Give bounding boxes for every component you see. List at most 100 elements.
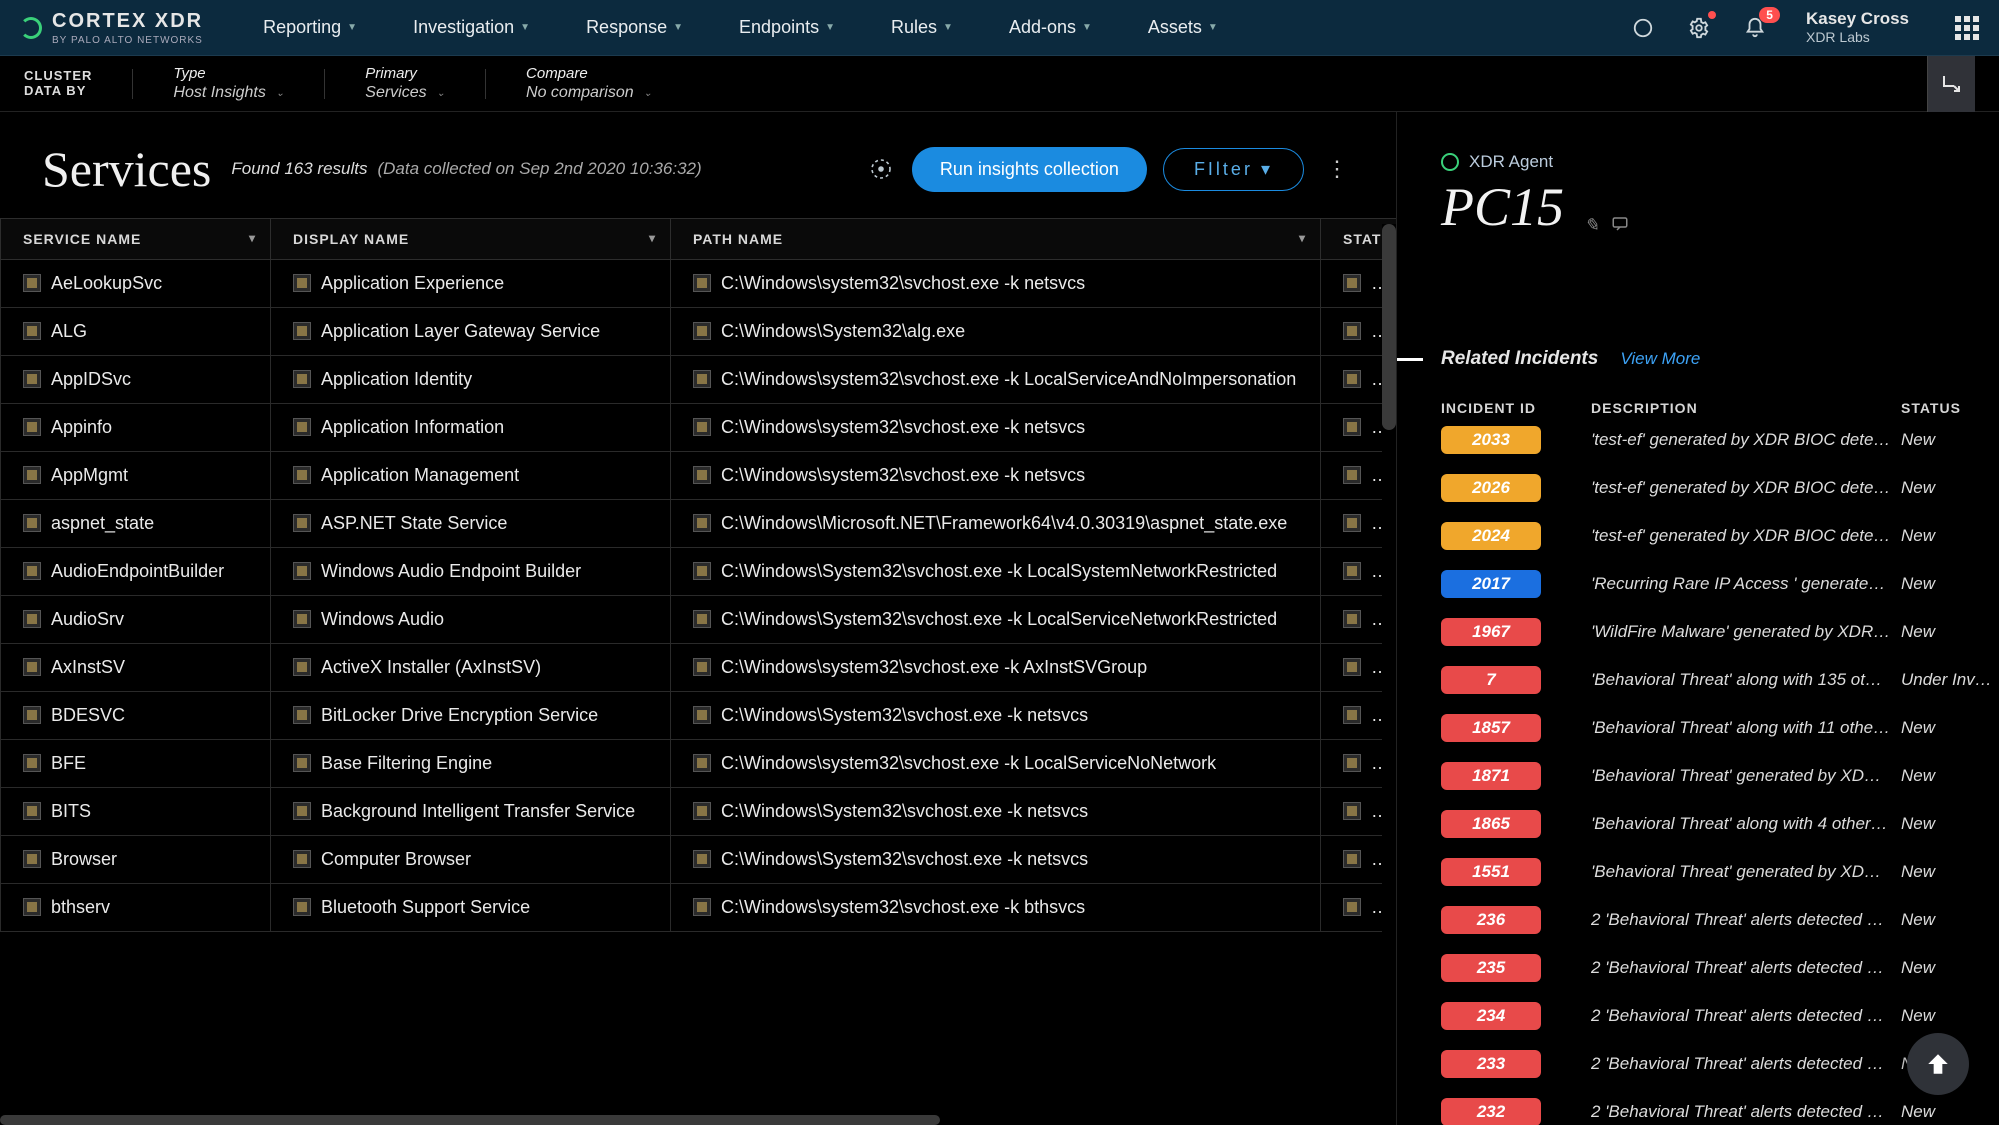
incident-row[interactable]: 2342 'Behavioral Threat' alerts detected… [1441,1002,1969,1030]
row-icon [1343,754,1361,772]
row-icon [293,562,311,580]
incident-description: 'test-ef' generated by XDR BIOC detected… [1591,430,1891,450]
chevron-down-icon: ▼ [347,22,357,33]
data-collected-note: (Data collected on Sep 2nd 2020 10:36:32… [377,159,701,179]
row-icon [293,370,311,388]
incident-row[interactable]: 1857'Behavioral Threat' along with 11 ot… [1441,714,1969,742]
incident-row[interactable]: 2017'Recurring Rare IP Access ' generate… [1441,570,1969,598]
incident-row[interactable]: 1871'Behavioral Threat' generated by XDR… [1441,762,1969,790]
comment-icon[interactable] [1611,215,1629,238]
incident-description: 2 'Behavioral Threat' alerts detected by… [1591,1054,1891,1074]
panel-toggle-button[interactable] [1927,56,1975,112]
nav-item-response[interactable]: Response▼ [586,17,683,38]
host-details-panel: XDR Agent PC15 ✎ Related Incidents View … [1396,112,1999,1125]
incident-row[interactable]: 2024'test-ef' generated by XDR BIOC dete… [1441,522,1969,550]
horizontal-scrollbar-thumb[interactable] [0,1115,940,1125]
horizontal-scrollbar[interactable] [0,1115,1396,1125]
brand-logo[interactable]: CORTEX XDR BY PALO ALTO NETWORKS [20,10,203,46]
table-row[interactable]: AudioEndpointBuilderWindows Audio Endpoi… [1,548,1397,596]
table-row[interactable]: AeLookupSvcApplication ExperienceC:\Wind… [1,260,1397,308]
nav-item-rules[interactable]: Rules▼ [891,17,953,38]
more-actions-icon[interactable]: ⋮ [1320,156,1354,182]
filter-icon[interactable]: ▾ [249,231,256,245]
table-row[interactable]: BITSBackground Intelligent Transfer Serv… [1,788,1397,836]
nav-item-label: Assets [1148,17,1202,38]
incident-row[interactable]: 7'Behavioral Threat' along with 135 othe… [1441,666,1969,694]
nav-item-add-ons[interactable]: Add-ons▼ [1009,17,1092,38]
nav-item-assets[interactable]: Assets▼ [1148,17,1218,38]
row-icon [1343,514,1361,532]
display-name-cell: Application Layer Gateway Service [321,321,600,341]
incident-row[interactable]: 2322 'Behavioral Threat' alerts detected… [1441,1098,1969,1125]
row-icon [23,370,41,388]
incident-row[interactable]: 2026'test-ef' generated by XDR BIOC dete… [1441,474,1969,502]
table-row[interactable]: aspnet_stateASP.NET State ServiceC:\Wind… [1,500,1397,548]
incident-id-pill: 1551 [1441,858,1541,886]
incident-row[interactable]: 2332 'Behavioral Threat' alerts detected… [1441,1050,1969,1078]
row-icon [693,754,711,772]
incident-id-pill: 2033 [1441,426,1541,454]
target-icon[interactable] [866,154,896,184]
filter-icon[interactable]: ▾ [649,231,656,245]
incident-row[interactable]: 1967'WildFire Malware' generated by XDR … [1441,618,1969,646]
run-insights-button[interactable]: Run insights collection [912,147,1147,192]
filter-button[interactable]: FIlter ▾ [1163,148,1304,191]
app-switcher-icon[interactable] [1955,16,1979,40]
edit-icon[interactable]: ✎ [1584,215,1599,238]
nav-item-endpoints[interactable]: Endpoints▼ [739,17,835,38]
vertical-scrollbar-thumb[interactable] [1382,224,1396,430]
row-icon [293,322,311,340]
row-icon [23,274,41,292]
incident-id-pill: 1871 [1441,762,1541,790]
row-icon [293,898,311,916]
user-menu[interactable]: Kasey Cross XDR Labs [1806,9,1909,46]
row-icon [1343,610,1361,628]
path-name-cell: C:\Windows\System32\svchost.exe -k netsv… [721,705,1088,725]
service-name-cell: BITS [51,801,91,821]
scroll-to-top-button[interactable] [1907,1033,1969,1095]
table-row[interactable]: AxInstSVActiveX Installer (AxInstSV)C:\W… [1,644,1397,692]
nav-item-investigation[interactable]: Investigation▼ [413,17,530,38]
gear-icon[interactable] [1684,13,1714,43]
table-row[interactable]: AudioSrvWindows AudioC:\Windows\System32… [1,596,1397,644]
table-row[interactable]: BFEBase Filtering EngineC:\Windows\syste… [1,740,1397,788]
chevron-down-icon: ▼ [673,22,683,33]
table-row[interactable]: AppinfoApplication InformationC:\Windows… [1,404,1397,452]
cluster-group-type[interactable]: TypeHost Insights⌄ [173,65,284,102]
table-row[interactable]: AppIDSvcApplication IdentityC:\Windows\s… [1,356,1397,404]
col-service-name[interactable]: SERVICE NAME ▾ [1,219,271,260]
cluster-group-compare[interactable]: CompareNo comparison⌄ [526,65,652,102]
divider [324,69,325,99]
table-row[interactable]: ALGApplication Layer Gateway ServiceC:\W… [1,308,1397,356]
cluster-group-primary[interactable]: PrimaryServices⌄ [365,65,445,102]
col-description: DESCRIPTION [1591,400,1891,416]
vertical-scrollbar[interactable] [1382,224,1396,1124]
host-name: PC15 [1441,176,1564,238]
incident-row[interactable]: 1551'Behavioral Threat' generated by XDR… [1441,858,1969,886]
incident-status: New [1901,814,1999,834]
view-more-link[interactable]: View More [1620,349,1700,369]
help-icon[interactable] [1628,13,1658,43]
display-name-cell: Computer Browser [321,849,471,869]
service-name-cell: bthserv [51,897,110,917]
row-icon [293,706,311,724]
display-name-cell: Windows Audio [321,609,444,629]
filter-icon[interactable]: ▾ [1299,231,1306,245]
table-row[interactable]: AppMgmtApplication ManagementC:\Windows\… [1,452,1397,500]
brand-subtitle: BY PALO ALTO NETWORKS [52,35,203,46]
incident-status: New [1901,958,1999,978]
col-path-name[interactable]: PATH NAME ▾ [671,219,1321,260]
table-row[interactable]: BrowserComputer BrowserC:\Windows\System… [1,836,1397,884]
nav-item-reporting[interactable]: Reporting ▼ [263,17,357,38]
nav-item-label: Reporting [263,17,341,38]
table-row[interactable]: bthservBluetooth Support ServiceC:\Windo… [1,884,1397,932]
bell-icon[interactable]: 5 [1740,13,1770,43]
incident-row[interactable]: 2352 'Behavioral Threat' alerts detected… [1441,954,1969,982]
incident-row[interactable]: 2033 'test-ef' generated by XDR BIOC dete… [1441,426,1969,454]
incident-row[interactable]: 2362 'Behavioral Threat' alerts detected… [1441,906,1969,934]
col-display-name[interactable]: DISPLAY NAME ▾ [271,219,671,260]
incident-row[interactable]: 1865'Behavioral Threat' along with 4 oth… [1441,810,1969,838]
incident-status: New [1901,574,1999,594]
table-row[interactable]: BDESVCBitLocker Drive Encryption Service… [1,692,1397,740]
row-icon [293,418,311,436]
